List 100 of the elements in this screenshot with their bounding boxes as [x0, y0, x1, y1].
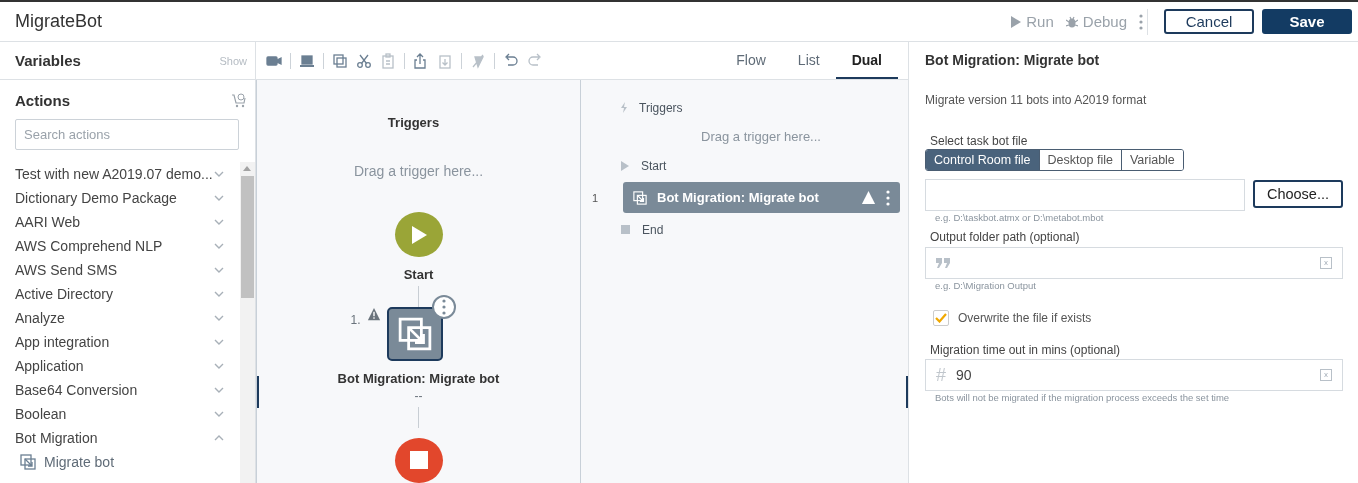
import-icon[interactable] [437, 52, 453, 69]
file-source-option[interactable]: Control Room file [926, 150, 1039, 170]
file-path-field[interactable] [925, 179, 1245, 211]
package-label: Bot Migration [15, 430, 98, 446]
package-label: AWS Comprehend NLP [15, 238, 163, 254]
action-package-item[interactable]: Dictionary Demo Package [15, 186, 240, 210]
field-label: Migration time out in mins (optional) [930, 343, 1122, 357]
bug-icon [1065, 15, 1078, 28]
more-options-icon[interactable] [886, 189, 890, 206]
trigger-drop-hint: Drag a trigger here... [353, 163, 484, 179]
migrate-icon [397, 317, 432, 351]
more-options-icon[interactable] [441, 299, 446, 315]
action-description: Migrate version 11 bots into A2019 format [925, 93, 1148, 107]
step-label: Bot Migration: Migrate bot [337, 371, 500, 386]
start-label: Start [403, 267, 434, 283]
package-label: Base64 Conversion [15, 382, 138, 398]
package-label: Application [15, 358, 84, 374]
action-package-item[interactable]: Test with new A2019.07 demo... [15, 162, 240, 186]
variable-insert-icon[interactable] [1320, 369, 1332, 381]
action-package-item[interactable]: Application [15, 354, 240, 378]
field-value: 90 [956, 367, 972, 383]
action-package-item[interactable]: Bot Migration [15, 426, 240, 450]
cut-icon[interactable] [356, 52, 372, 69]
stop-icon [409, 451, 428, 470]
copy-icon[interactable] [332, 52, 348, 69]
expand-chevron-icon[interactable] [214, 387, 224, 393]
play-icon [1011, 15, 1022, 28]
search-field[interactable]: Search actions [15, 119, 239, 150]
redo-icon[interactable] [527, 52, 543, 69]
cancel-button[interactable]: Cancel [1164, 9, 1254, 34]
triggers-heading: Triggers [387, 115, 440, 130]
action-package-item[interactable]: AARI Web [15, 210, 240, 234]
expand-chevron-icon[interactable] [214, 195, 224, 201]
scrollbar[interactable] [240, 162, 255, 483]
list-step-row[interactable]: Bot Migration: Migrate bot [623, 182, 900, 213]
choose-button[interactable]: Choose... [1253, 180, 1343, 208]
collapse-chevron-icon[interactable] [214, 435, 224, 441]
expand-chevron-icon[interactable] [214, 363, 224, 369]
action-package-item[interactable]: Base64 Conversion [15, 378, 240, 402]
step-node[interactable] [386, 307, 443, 361]
expand-chevron-icon[interactable] [214, 243, 224, 249]
file-source-option[interactable]: Variable [1120, 150, 1183, 170]
view-tab[interactable]: List [781, 42, 836, 79]
lightning-icon [621, 102, 627, 113]
action-package-item[interactable]: App integration [15, 330, 240, 354]
quote-icon [936, 258, 951, 268]
start-label: Start [641, 158, 667, 173]
migrate-icon [633, 190, 647, 205]
save-button[interactable]: Save [1262, 9, 1352, 34]
expand-chevron-icon[interactable] [214, 339, 224, 345]
package-label: Dictionary Demo Package [15, 190, 177, 206]
package-label: App integration [15, 334, 110, 350]
output-folder-field[interactable] [925, 247, 1343, 279]
expand-chevron-icon[interactable] [214, 267, 224, 273]
field-label: Select task bot file [930, 134, 1029, 148]
number-prefix: # [936, 364, 946, 386]
action-package-item[interactable]: Active Directory [15, 282, 240, 306]
action-item[interactable]: Migrate bot [15, 450, 240, 474]
field-hint: e.g. D:\Migration Output [935, 280, 1037, 291]
trigger-drop-hint: Drag a trigger here... [701, 129, 821, 144]
field-hint: Bots will not be migrated if the migration process exceeds the set time [935, 392, 1231, 403]
step-number: 1. [350, 313, 361, 327]
package-label: Analyze [15, 310, 65, 326]
checkbox-label: Overwrite the file if exists [958, 311, 1092, 325]
bot-title: MigrateBot [15, 11, 104, 32]
action-package-item[interactable]: Boolean [15, 402, 240, 426]
migrate-icon [20, 454, 36, 470]
field-hint: e.g. D:\taskbot.atmx or D:\metabot.mbot [935, 212, 1105, 223]
timeout-field[interactable]: # 90 [925, 359, 1343, 391]
step-subtitle: -- [414, 389, 423, 403]
scroll-up-arrow-icon[interactable] [243, 165, 251, 171]
cart-icon[interactable] [231, 93, 247, 108]
end-label: End [642, 222, 664, 237]
variable-insert-icon[interactable] [1320, 257, 1332, 269]
disable-icon[interactable] [470, 52, 486, 69]
undo-icon[interactable] [503, 52, 519, 69]
laptop-icon[interactable] [299, 52, 315, 69]
package-label: AWS Send SMS [15, 262, 118, 278]
export-icon[interactable] [413, 52, 429, 69]
package-label: Test with new A2019.07 demo... [15, 166, 213, 182]
action-package-item[interactable]: AWS Send SMS [15, 258, 240, 282]
step-menu-button[interactable] [431, 295, 456, 319]
expand-chevron-icon[interactable] [214, 171, 224, 177]
action-package-item[interactable]: Analyze [15, 306, 240, 330]
expand-chevron-icon[interactable] [214, 411, 224, 417]
actions-heading: Actions [15, 92, 70, 109]
more-options-icon[interactable] [1139, 13, 1143, 30]
play-icon [409, 224, 428, 245]
expand-chevron-icon[interactable] [214, 315, 224, 321]
panel-title: Bot Migration: Migrate bot [925, 52, 1101, 68]
package-label: Boolean [15, 406, 67, 422]
view-tab[interactable]: Flow [720, 42, 782, 79]
paste-icon[interactable] [380, 52, 396, 69]
expand-chevron-icon[interactable] [214, 219, 224, 225]
field-label: Output folder path (optional) [930, 230, 1081, 244]
action-package-item[interactable]: AWS Comprehend NLP [15, 234, 240, 258]
play-icon [621, 160, 629, 171]
checkbox[interactable] [933, 310, 949, 326]
line-number: 1 [592, 191, 599, 204]
expand-chevron-icon[interactable] [214, 291, 224, 297]
